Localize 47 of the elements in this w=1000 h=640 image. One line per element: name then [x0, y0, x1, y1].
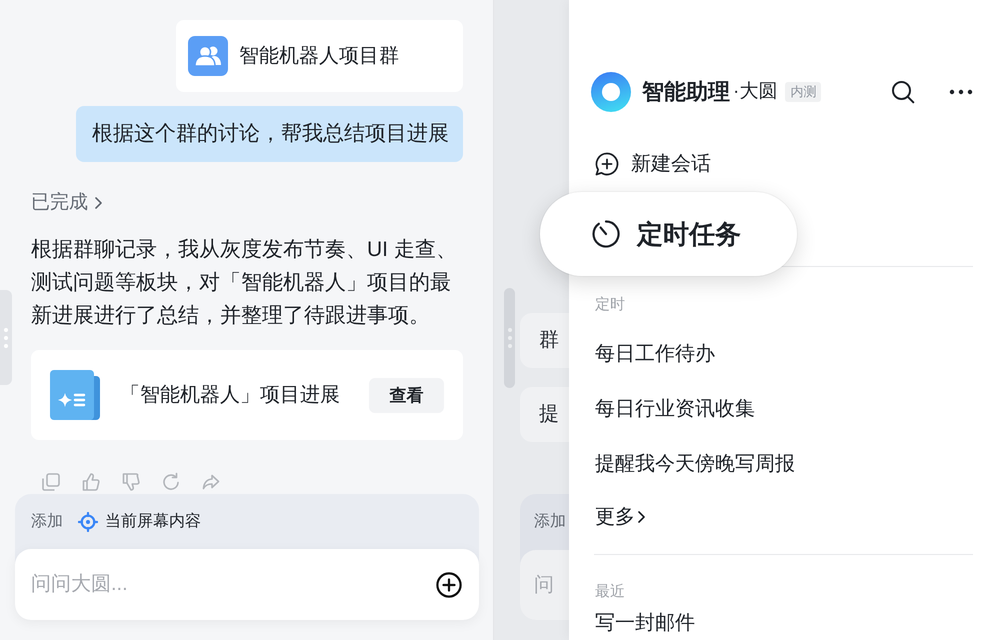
thumbs-up-icon[interactable]: [81, 472, 101, 492]
more-link[interactable]: 更多: [594, 492, 645, 542]
menu-item[interactable]: 提醒我今天傍晚写周报: [594, 437, 795, 492]
add-label: 添加: [534, 512, 566, 532]
highlighted-menu-item[interactable]: 定时任务: [540, 192, 797, 276]
share-icon[interactable]: [201, 472, 221, 492]
beta-badge: 内测: [785, 82, 822, 102]
more-icon[interactable]: [949, 89, 973, 95]
message-input[interactable]: 问问大圆...: [31, 564, 426, 604]
drag-handle[interactable]: [0, 290, 12, 385]
document-card[interactable]: 「智能机器人」项目进展 查看: [31, 350, 463, 440]
search-icon[interactable]: [891, 80, 915, 104]
document-title: 「智能机器人」项目进展: [120, 383, 340, 408]
context-chip[interactable]: 当前屏幕内容: [78, 510, 201, 532]
chevron-right-icon: [638, 511, 645, 523]
target-icon: [78, 512, 98, 532]
chat-plus-icon: [594, 151, 620, 177]
menu-item[interactable]: 每日行业资讯收集: [594, 382, 755, 437]
group-card[interactable]: 智能机器人项目群: [176, 20, 463, 92]
timer-icon: [591, 219, 621, 249]
refresh-icon[interactable]: [161, 472, 181, 492]
chevron-right-icon: [95, 197, 102, 209]
input-bar[interactable]: 问: [520, 550, 569, 620]
copy-icon[interactable]: [41, 472, 61, 492]
input-bar[interactable]: 问问大圆...: [15, 549, 479, 620]
plus-circle-icon[interactable]: [436, 572, 462, 598]
section-heading: 最近: [594, 582, 625, 602]
menu-item[interactable]: 每日工作待办: [594, 327, 715, 382]
group-name: 智能机器人项目群: [239, 44, 399, 69]
document-icon: [50, 370, 100, 420]
message-input[interactable]: 问: [534, 565, 556, 605]
add-label: 添加: [31, 512, 63, 532]
assistant-title: 智能助理: [642, 78, 730, 106]
drag-handle[interactable]: [504, 288, 515, 388]
new-chat-button[interactable]: 新建会话: [594, 151, 711, 177]
menu-item[interactable]: 写一封邮件: [594, 609, 695, 637]
group-icon: [188, 36, 228, 76]
user-message: 根据这个群的讨论，帮我总结项目进展: [76, 106, 463, 162]
prompt-card[interactable]: 群: [520, 313, 569, 368]
status-toggle[interactable]: 已完成: [31, 191, 102, 215]
assistant-subtitle: ·大圆: [733, 80, 778, 104]
ring-logo-icon: [591, 72, 631, 112]
thumbs-down-icon[interactable]: [121, 472, 141, 492]
prompt-card[interactable]: 提: [520, 387, 569, 442]
section-heading: 定时: [594, 295, 625, 315]
reply-text: 根据群聊记录，我从灰度发布节奏、UI 走查、测试问题等板块，对「智能机器人」项目的最新进展进行了总结，并整理了待跟进事项。: [31, 237, 458, 329]
view-button[interactable]: 查看: [369, 378, 444, 412]
